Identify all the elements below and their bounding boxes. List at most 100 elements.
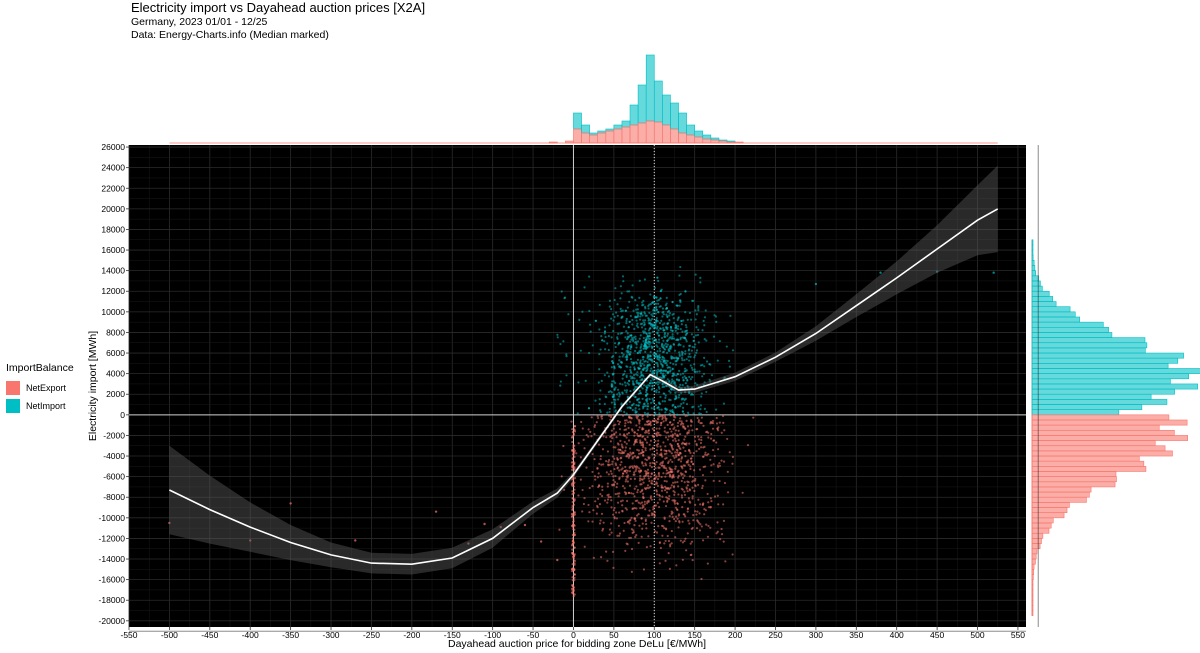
x-tick-label: -450 <box>201 630 218 640</box>
y-histogram-bar-netimport <box>1031 239 1034 246</box>
point-netimport <box>652 400 655 404</box>
point-netexport <box>633 477 637 480</box>
point-netexport <box>668 494 671 498</box>
point-netimport <box>634 395 637 399</box>
point-netexport <box>632 492 635 495</box>
point-netexport <box>625 442 628 445</box>
point-netexport <box>593 458 596 461</box>
point-netexport <box>686 480 689 483</box>
y-histogram-bar-netexport <box>1031 589 1034 596</box>
point-netexport <box>691 475 694 478</box>
point-netexport <box>669 458 672 461</box>
point-netimport <box>633 368 636 371</box>
point-netimport <box>619 285 622 288</box>
point-netexport <box>723 481 727 485</box>
point-netexport <box>573 428 576 431</box>
point-netexport <box>677 469 680 472</box>
point-netimport <box>699 408 702 411</box>
point-netexport <box>689 542 692 545</box>
point-netimport <box>682 379 685 382</box>
point-netexport <box>573 477 577 480</box>
point-netexport <box>661 495 664 498</box>
point-netimport <box>644 332 648 335</box>
point-netimport <box>646 407 649 411</box>
point-netimport <box>669 325 673 329</box>
y-histogram-bar-netexport <box>1031 466 1147 472</box>
point-netimport <box>679 338 682 341</box>
y-axis-ticks: 2600024000220002000018000160001400012000… <box>99 142 129 626</box>
point-netimport <box>665 313 668 316</box>
point-netexport <box>719 538 722 541</box>
point-netexport <box>571 548 574 551</box>
point-netexport <box>661 414 665 417</box>
point-netimport <box>628 300 631 303</box>
point-netexport <box>614 446 617 449</box>
point-netexport <box>671 448 675 451</box>
point-netimport <box>613 403 616 406</box>
point-netimport <box>643 345 646 349</box>
point-netimport <box>661 315 664 318</box>
point-netimport <box>666 366 669 369</box>
point-netexport <box>665 480 668 483</box>
point-netimport <box>682 319 685 322</box>
point-netexport <box>676 480 679 484</box>
point-netexport <box>627 456 630 459</box>
point-netexport <box>657 439 660 442</box>
x-histogram-bar-netimport <box>581 124 590 134</box>
point-netimport <box>679 328 682 331</box>
point-netimport <box>703 365 706 368</box>
point-netimport <box>694 309 697 312</box>
point-netexport <box>696 435 700 438</box>
x-histogram-bar-netexport <box>678 132 687 144</box>
point-netexport <box>621 509 624 512</box>
point-netimport <box>664 342 667 345</box>
point-netimport <box>668 318 671 322</box>
x-marginal-histogram <box>169 54 998 144</box>
point-netimport <box>710 374 714 377</box>
point-netimport <box>625 319 628 323</box>
point-netimport <box>697 405 700 408</box>
point-netimport <box>626 382 629 385</box>
point-netimport <box>693 356 696 359</box>
point-netexport <box>681 558 684 561</box>
point-netimport <box>656 365 660 368</box>
point-netexport <box>626 480 629 483</box>
point-netexport <box>671 423 674 426</box>
point-netexport <box>607 495 610 499</box>
point-netexport <box>562 444 565 448</box>
point-netexport <box>658 415 662 418</box>
point-netimport <box>659 289 662 293</box>
point-netexport <box>601 494 604 498</box>
y-histogram-bar-netimport <box>1031 265 1036 271</box>
point-netexport <box>652 429 656 432</box>
point-netexport <box>638 524 641 527</box>
point-netimport <box>668 314 671 317</box>
point-netimport <box>567 313 570 316</box>
point-netimport <box>683 367 687 370</box>
point-netimport <box>639 359 642 362</box>
point-netexport <box>633 495 636 498</box>
point-netimport <box>650 407 653 410</box>
point-netimport <box>660 343 664 347</box>
point-netimport <box>684 338 688 341</box>
point-netexport <box>684 449 687 453</box>
point-netimport <box>665 307 669 310</box>
point-netimport <box>645 400 648 403</box>
point-netimport <box>603 340 606 343</box>
x-histogram-bar-netexport <box>597 132 607 144</box>
point-netexport <box>694 485 697 488</box>
point-outlier <box>814 282 818 286</box>
point-netexport <box>632 531 635 534</box>
point-netexport <box>676 421 680 425</box>
point-netexport <box>570 461 573 464</box>
point-netexport <box>674 467 677 470</box>
point-netexport <box>679 423 682 426</box>
point-netimport <box>627 344 630 347</box>
point-netexport <box>581 427 584 430</box>
point-netexport <box>635 415 638 419</box>
point-netexport <box>598 462 601 465</box>
point-netexport <box>662 420 665 423</box>
point-netexport <box>707 436 710 439</box>
point-netimport <box>641 362 644 365</box>
point-netexport <box>696 520 699 523</box>
